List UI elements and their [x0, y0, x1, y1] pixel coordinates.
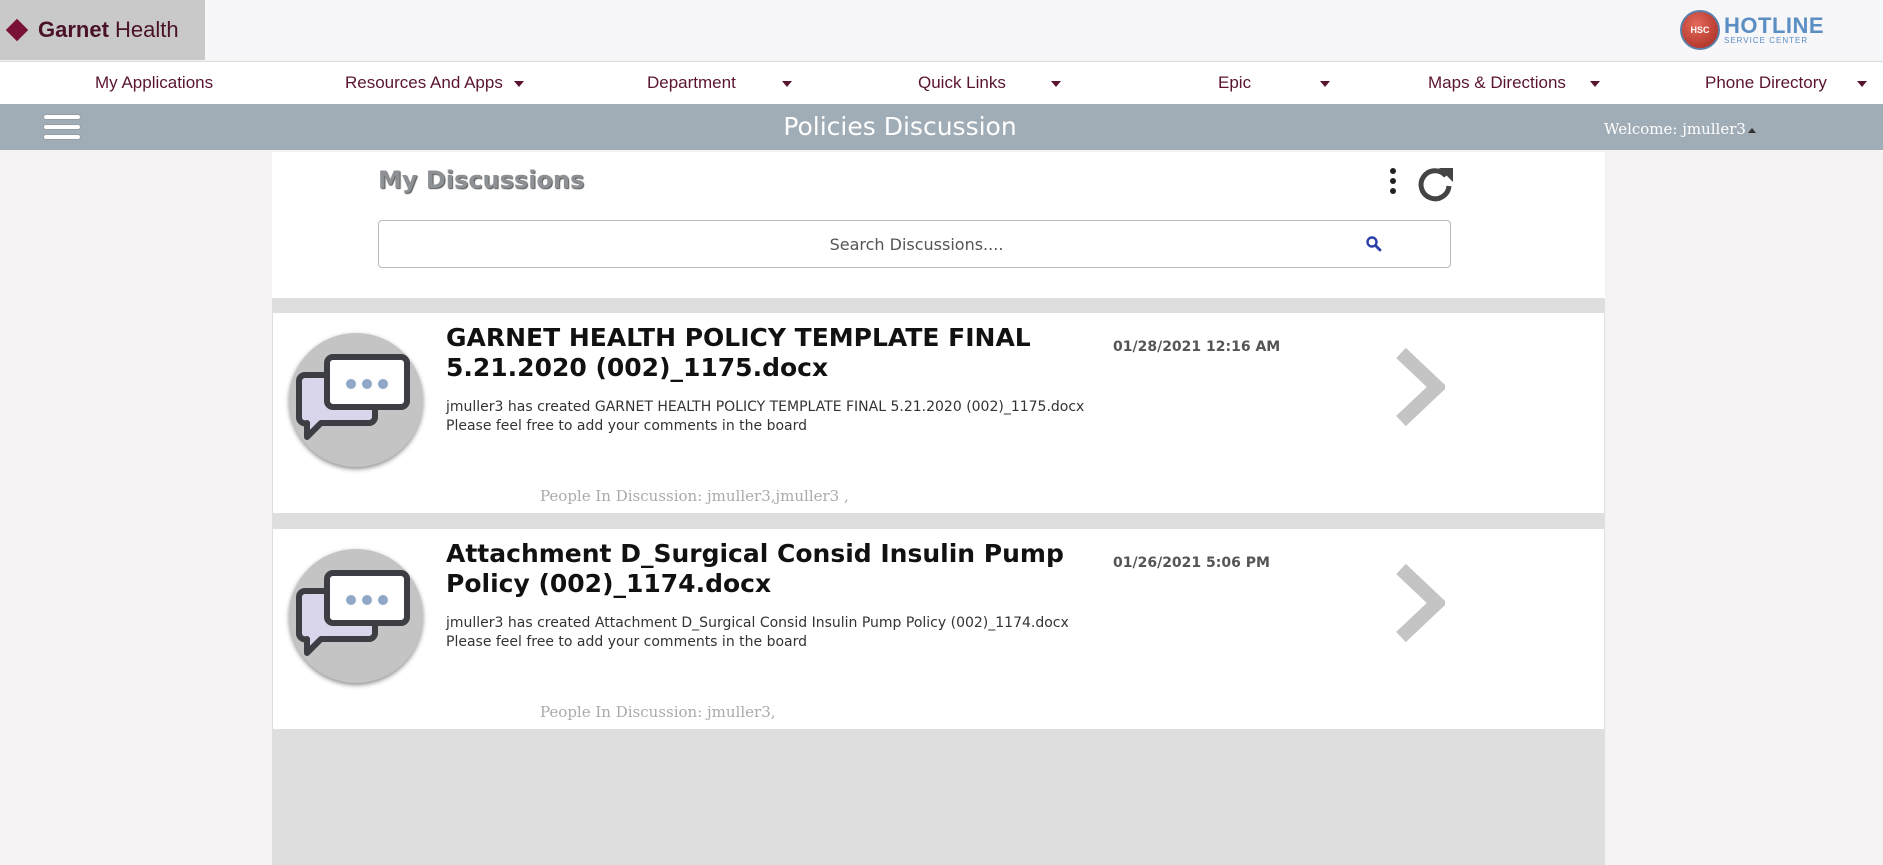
- section-heading: My Discussions: [378, 166, 585, 194]
- chevron-right-icon[interactable]: [1393, 563, 1445, 643]
- discussion-description: jmuller3 has created GARNET HEALTH POLIC…: [446, 399, 1085, 434]
- discussion-description: jmuller3 has created Attachment D_Surgic…: [446, 615, 1069, 650]
- nav-maps-directions[interactable]: Maps & Directions: [1428, 62, 1566, 104]
- discussion-card[interactable]: Attachment D_Surgical Consid Insulin Pum…: [273, 529, 1604, 729]
- discussion-avatar: [289, 333, 423, 467]
- department-dropdown-caret-icon[interactable]: [782, 81, 792, 87]
- brand-name: Garnet Health: [38, 17, 179, 42]
- discussion-card[interactable]: GARNET HEALTH POLICY TEMPLATE FINAL 5.21…: [273, 313, 1604, 513]
- welcome-text: Welcome: jmuller3: [1604, 120, 1746, 138]
- hsc-badge-icon: HSC: [1680, 10, 1720, 50]
- chat-bubbles-icon: [296, 570, 410, 656]
- more-vertical-icon[interactable]: [1388, 168, 1398, 202]
- main-nav: My Applications Resources And Apps Depar…: [0, 61, 1883, 104]
- chevron-right-icon[interactable]: [1393, 347, 1445, 427]
- nav-my-applications[interactable]: My Applications: [95, 62, 213, 104]
- discussions-header: My Discussions: [272, 152, 1605, 298]
- user-menu[interactable]: Welcome: jmuller3: [1604, 104, 1756, 150]
- chat-bubbles-icon: [296, 354, 410, 440]
- nav-resources-and-apps[interactable]: Resources And Apps: [345, 62, 503, 104]
- phone-directory-dropdown-caret-icon[interactable]: [1857, 81, 1867, 87]
- nav-epic[interactable]: Epic: [1218, 62, 1251, 104]
- hotline-title: HOTLINE: [1724, 13, 1825, 38]
- search-box[interactable]: [378, 220, 1454, 268]
- discussion-title[interactable]: GARNET HEALTH POLICY TEMPLATE FINAL 5.21…: [446, 323, 1106, 383]
- top-bar: Garnet Health HSC HOTLINE SERVICE CENTER: [0, 0, 1883, 60]
- nav-quick-links[interactable]: Quick Links: [918, 62, 1006, 104]
- discussion-title[interactable]: Attachment D_Surgical Consid Insulin Pum…: [446, 539, 1106, 599]
- hotline-service-center-logo[interactable]: HSC HOTLINE SERVICE CENTER: [1680, 10, 1824, 50]
- title-bar: Policies Discussion Welcome: jmuller3: [0, 104, 1883, 150]
- discussion-avatar: [289, 549, 423, 683]
- resources-dropdown-caret-icon[interactable]: [514, 81, 524, 87]
- discussion-people: People In Discussion: jmuller3,jmuller3 …: [540, 487, 849, 505]
- discussions-panel: My Discussions GARNET HEALTH POLICY TEM: [272, 152, 1605, 865]
- quick-links-dropdown-caret-icon[interactable]: [1051, 81, 1061, 87]
- hotline-subtitle: SERVICE CENTER: [1724, 36, 1809, 45]
- page-title: Policies Discussion: [783, 112, 1017, 141]
- refresh-icon[interactable]: [1415, 162, 1455, 206]
- nav-phone-directory[interactable]: Phone Directory: [1705, 62, 1827, 104]
- caret-up-icon: [1747, 127, 1756, 133]
- nav-department[interactable]: Department: [647, 62, 736, 104]
- garnet-health-logo[interactable]: Garnet Health: [0, 0, 205, 60]
- search-icon[interactable]: [1365, 235, 1383, 253]
- search-input[interactable]: [379, 221, 1454, 267]
- discussion-date: 01/26/2021 5:06 PM: [1113, 555, 1270, 571]
- garnet-diamond-icon: [5, 18, 29, 42]
- maps-dropdown-caret-icon[interactable]: [1590, 81, 1600, 87]
- discussion-date: 01/28/2021 12:16 AM: [1113, 339, 1281, 355]
- discussion-people: People In Discussion: jmuller3,: [540, 703, 776, 721]
- epic-dropdown-caret-icon[interactable]: [1320, 81, 1330, 87]
